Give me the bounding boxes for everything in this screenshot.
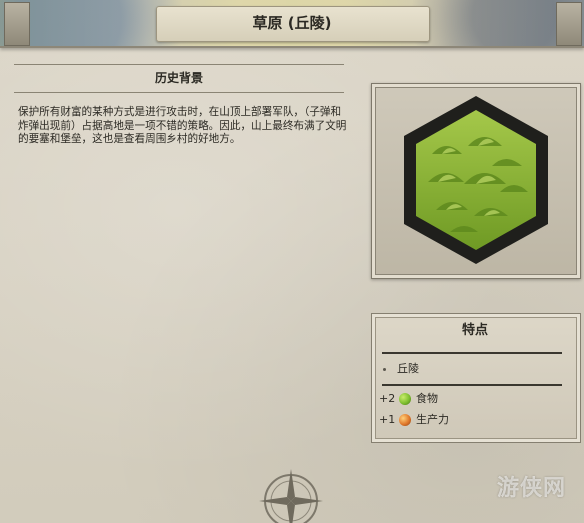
banner-right-ornament <box>556 2 582 46</box>
bullet-icon <box>383 368 386 371</box>
section-bottom-rule <box>14 92 344 93</box>
site-watermark: 游侠网 <box>497 476 567 501</box>
food-yield-amount: +2 <box>379 392 396 405</box>
features-heading: 特点 <box>461 323 488 338</box>
food-icon <box>399 393 411 405</box>
production-icon <box>399 414 411 426</box>
production-yield-amount: +1 <box>379 413 396 426</box>
compass-rose-icon <box>259 469 323 523</box>
production-yield-label[interactable]: 生产力 <box>416 413 449 427</box>
features-rule-top <box>382 352 562 354</box>
hills-hex-icon <box>404 96 548 264</box>
features-rule-bottom <box>382 384 562 386</box>
history-heading: 历史背景 <box>154 71 203 85</box>
page-title: 草原 (丘陵) <box>252 14 332 32</box>
food-yield-label[interactable]: 食物 <box>416 392 438 406</box>
civilopedia-page: 草原 (丘陵) 历史背景 保护所有财富的某种方式是进行攻击时，在山顶上部署军队，… <box>0 0 584 523</box>
section-top-rule <box>14 64 344 65</box>
history-text: 保护所有财富的某种方式是进行攻击时，在山顶上部署军队，（子弹和炸弹出现前）占据高… <box>18 106 347 145</box>
terrain-image-frame <box>371 83 581 279</box>
banner-left-ornament <box>4 2 30 46</box>
terrain-feature-link[interactable]: 丘陵 <box>397 362 419 376</box>
